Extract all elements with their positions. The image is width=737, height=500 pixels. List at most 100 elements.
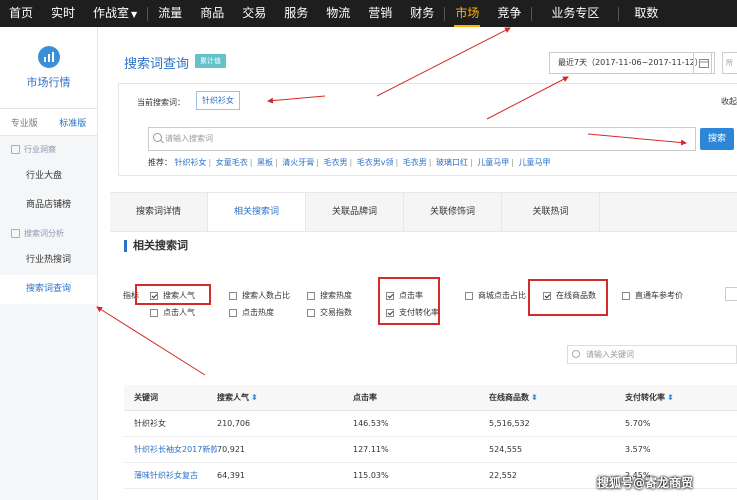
cell-keyword: 针织衫女 <box>134 419 166 428</box>
sort-icon[interactable]: ⬍ <box>667 393 674 402</box>
rec-link[interactable]: 儿童马甲 <box>477 158 509 167</box>
search-icon <box>572 350 580 358</box>
tab-standard[interactable]: 标准版 <box>49 116 98 129</box>
sort-icon[interactable]: ⬍ <box>251 393 258 402</box>
cell-keyword-link[interactable]: 针织衫长袖女2017新款... <box>124 444 217 455</box>
rec-link[interactable]: 玻璃口红 <box>436 158 468 167</box>
table-header: 关键词 搜索人气 ⬍ 点击率 在线商品数 ⬍ 支付转化率 ⬍ <box>124 385 737 411</box>
highlight-box <box>135 284 211 305</box>
cell-value: 115.03% <box>353 471 389 480</box>
sidebar-header: 市场行情 <box>0 27 97 109</box>
cumulative-badge: 累计值 <box>195 54 226 68</box>
cell-keyword-link[interactable]: 薄味针织衫女复古 <box>124 470 217 481</box>
search-button[interactable]: 搜索 <box>700 128 734 150</box>
search-input[interactable]: 请输入搜索词 <box>148 127 696 151</box>
tab-brand-words[interactable]: 关联品牌词 <box>306 193 404 231</box>
checkbox-unchecked <box>150 308 158 317</box>
rec-divider: | <box>208 158 212 167</box>
checkbox-search-share[interactable]: 搜索人数占比 <box>229 290 290 301</box>
cell-value: 210,706 <box>217 419 251 428</box>
col-label: 搜索人气 <box>217 393 249 402</box>
current-search-chip[interactable]: 针织衫女 <box>196 91 240 110</box>
nav-marketing[interactable]: 营销 <box>359 0 401 27</box>
rec-link[interactable]: 女童毛衣 <box>216 158 248 167</box>
rec-link[interactable]: 毛衣男 <box>324 158 348 167</box>
rec-link[interactable]: 毛衣男 <box>403 158 427 167</box>
chevron-down-icon: ▼ <box>131 10 138 19</box>
rec-label: 推荐： <box>148 158 172 167</box>
keyword-filter-input[interactable]: 请输入关键词 <box>567 345 737 364</box>
nav-home[interactable]: 首页 <box>0 0 42 27</box>
rec-link[interactable]: 毛衣男v领 <box>357 158 394 167</box>
nav-business-zone[interactable]: 业务专区 <box>533 0 617 27</box>
nav-realtime[interactable]: 实时 <box>42 0 84 27</box>
checkbox-label: 交易指数 <box>320 308 352 317</box>
checkbox-ztc-price[interactable]: 直通车参考价 <box>622 290 683 301</box>
nav-data[interactable]: 取数 <box>620 0 667 27</box>
sidebar-item-shop-ranking[interactable]: 商品店铺榜 <box>0 191 97 220</box>
checkbox-mall-click-share[interactable]: 商城点击占比 <box>465 290 526 301</box>
search-analysis-icon <box>11 228 20 238</box>
nav-logistics[interactable]: 物流 <box>317 0 359 27</box>
nav-warroom[interactable]: 作战室 ▼ <box>84 0 146 27</box>
nav-competition[interactable]: 竞争 <box>488 0 530 27</box>
rec-link[interactable]: 儿童马甲 <box>519 158 551 167</box>
calendar-icon[interactable] <box>693 52 715 74</box>
rec-divider: | <box>470 158 473 167</box>
nav-divider <box>531 6 533 21</box>
checkbox-unchecked <box>622 291 630 300</box>
tab-modifier-words[interactable]: 关联修饰词 <box>404 193 502 231</box>
checkbox-click-heat[interactable]: 点击热度 <box>229 307 274 318</box>
tab-hot-words[interactable]: 关联热词 <box>502 193 600 231</box>
rec-divider: | <box>349 158 353 167</box>
checkbox-unchecked <box>307 291 315 300</box>
more-select[interactable]: 所 <box>722 52 737 74</box>
col-online-goods[interactable]: 在线商品数 ⬍ <box>489 392 625 403</box>
checkbox-label: 搜索人数占比 <box>242 291 290 300</box>
cell-value: 524,555 <box>489 445 523 454</box>
sidebar-group-label: 行业洞察 <box>24 144 56 154</box>
rec-link[interactable]: 针织衫女 <box>175 158 207 167</box>
settings-button[interactable] <box>725 287 737 301</box>
nav-goods[interactable]: 商品 <box>191 0 233 27</box>
nav-divider <box>618 6 620 21</box>
sort-icon[interactable]: ⬍ <box>531 393 538 402</box>
detail-tabs: 搜索词详情 相关搜索词 关联品牌词 关联修饰词 关联热词 <box>110 192 737 232</box>
table-row: 针织衫女 210,706 146.53% 5,516,532 5.70% <box>124 411 737 437</box>
col-search-popularity[interactable]: 搜索人气 ⬍ <box>217 392 353 403</box>
checkbox-trade-index[interactable]: 交易指数 <box>307 307 352 318</box>
nav-divider <box>444 6 446 21</box>
nav-trade[interactable]: 交易 <box>233 0 275 27</box>
top-nav: 首页 实时 作战室 ▼ 流量 商品 交易 服务 物流 营销 财务 市场 竞争 业务… <box>0 0 737 27</box>
nav-traffic[interactable]: 流量 <box>149 0 191 27</box>
nav-service[interactable]: 服务 <box>275 0 317 27</box>
rec-divider: | <box>511 158 514 167</box>
checkbox-label: 直通车参考价 <box>635 291 683 300</box>
sidebar-item-hot-search[interactable]: 行业热搜词 <box>0 246 97 275</box>
checkbox-unchecked <box>229 308 237 317</box>
rec-link[interactable]: 清火牙膏 <box>282 158 314 167</box>
nav-warroom-label: 作战室 <box>93 6 130 20</box>
rec-link[interactable]: 黑板 <box>257 158 273 167</box>
sidebar-item-industry-overview[interactable]: 行业大盘 <box>0 162 97 191</box>
tab-search-detail[interactable]: 搜索词详情 <box>110 193 208 231</box>
current-search-label: 当前搜索词： <box>137 98 185 107</box>
nav-market[interactable]: 市场 <box>446 0 488 27</box>
date-range-picker[interactable]: 最近7天（2017-11-06~2017-11-12） <box>549 52 712 74</box>
checkbox-search-heat[interactable]: 搜索热度 <box>307 290 352 301</box>
nav-finance[interactable]: 财务 <box>401 0 443 27</box>
checkbox-unchecked <box>307 308 315 317</box>
market-logo-icon <box>37 45 60 68</box>
rec-divider: | <box>275 158 278 167</box>
cell-value: 64,391 <box>217 471 245 480</box>
checkbox-label: 点击人气 <box>163 308 195 317</box>
tab-related-search[interactable]: 相关搜索词 <box>208 193 306 231</box>
col-pay-conversion[interactable]: 支付转化率 ⬍ <box>625 392 737 403</box>
sidebar-item-search-query[interactable]: 搜索词查询 <box>0 275 97 304</box>
tab-professional[interactable]: 专业版 <box>0 116 49 129</box>
cell-value: 5,516,532 <box>489 419 530 428</box>
version-tabs: 专业版 标准版 <box>0 109 97 136</box>
col-keyword: 关键词 <box>134 393 158 402</box>
checkbox-click-popularity[interactable]: 点击人气 <box>150 307 195 318</box>
collapse-link[interactable]: 收起 <box>721 96 737 107</box>
